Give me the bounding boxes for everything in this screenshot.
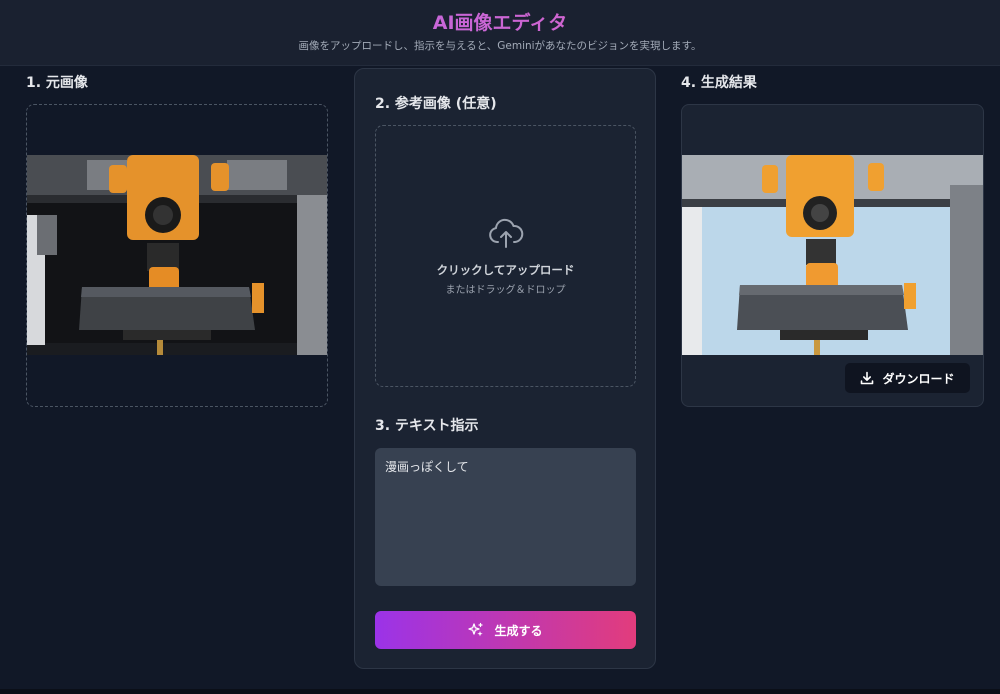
download-button-label: ダウンロード	[882, 371, 955, 386]
result-image	[682, 155, 983, 355]
app-title: AI画像エディタ	[0, 8, 1000, 35]
upload-hint: またはドラッグ＆ドロップ	[445, 285, 566, 296]
result-title: 4. 生成結果	[681, 75, 757, 91]
reference-upload-dropzone[interactable]: クリックしてアップロード またはドラッグ＆ドロップ	[375, 125, 636, 387]
reference-image-title: 2. 参考画像 (任意)	[375, 96, 497, 112]
original-image	[27, 155, 327, 355]
sparkles-icon	[468, 622, 484, 637]
download-icon	[861, 371, 874, 385]
original-image-dropzone[interactable]	[26, 104, 328, 407]
instruction-input[interactable]: 漫画っぽくして	[375, 448, 636, 586]
download-button[interactable]: ダウンロード	[845, 363, 970, 393]
result-panel: ダウンロード	[681, 104, 984, 407]
generate-button[interactable]: 生成する	[375, 611, 636, 649]
footer-divider	[0, 689, 1000, 694]
original-image-title: 1. 元画像	[26, 75, 88, 91]
generate-button-label: 生成する	[494, 623, 543, 638]
upload-label: クリックしてアップロード	[436, 263, 575, 277]
cloud-upload-icon	[489, 218, 524, 248]
input-panel: 2. 参考画像 (任意) クリックしてアップロード またはドラッグ＆ドロップ 3…	[354, 68, 656, 669]
app-subtitle: 画像をアップロードし、指示を与えると、Geminiがあなたのビジョンを実現します…	[298, 40, 702, 52]
text-instruction-title: 3. テキスト指示	[375, 418, 479, 434]
app-header: AI画像エディタ 画像をアップロードし、指示を与えると、Geminiがあなたのビ…	[0, 0, 1000, 66]
